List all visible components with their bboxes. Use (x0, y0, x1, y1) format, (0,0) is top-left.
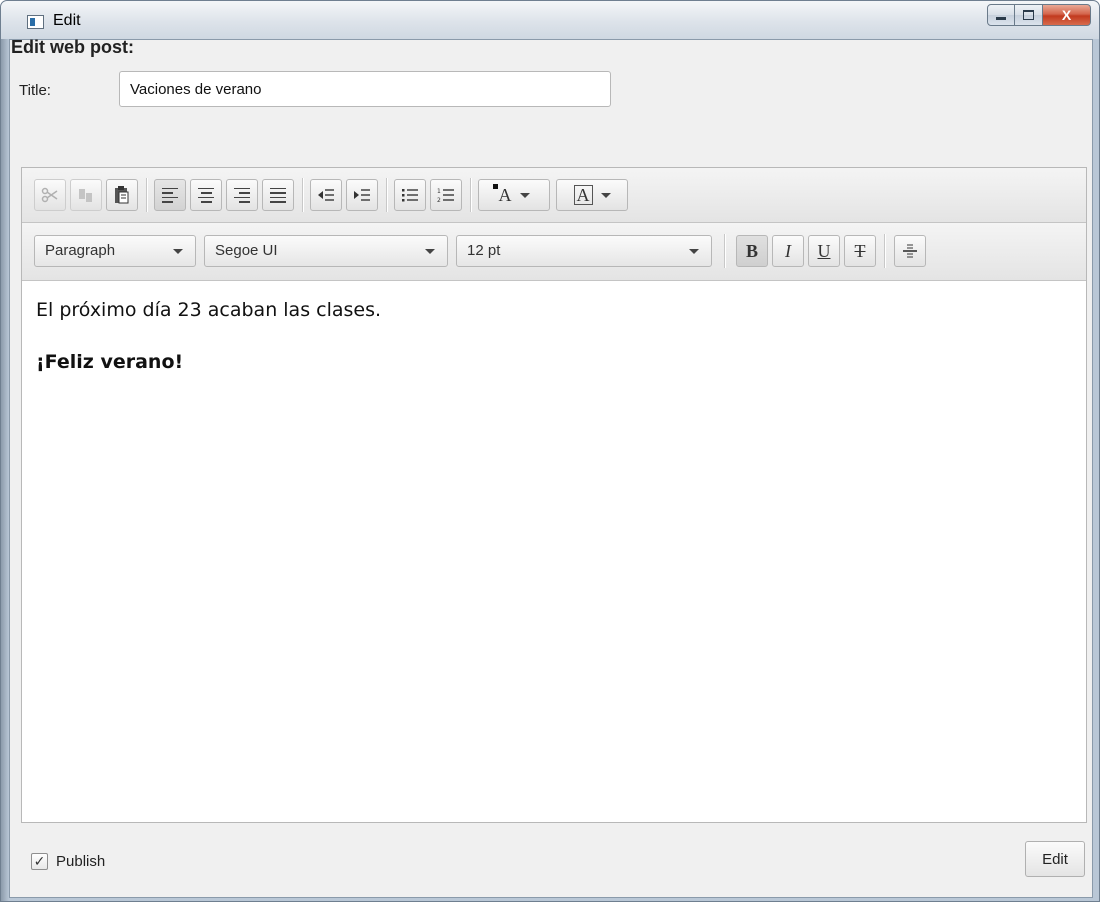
maximize-icon (1023, 10, 1034, 20)
strikethrough-button[interactable]: T (844, 235, 876, 267)
minimize-button[interactable] (987, 4, 1015, 26)
align-justify-button[interactable] (262, 179, 294, 211)
horizontal-rule-button[interactable] (894, 235, 926, 267)
content-paragraph: El próximo día 23 acaban las clases. (36, 299, 382, 321)
editor-toolbar-bottom: Paragraph Segoe UI 12 pt B I U T (22, 223, 1086, 281)
align-left-button[interactable] (154, 179, 186, 211)
window-title: Edit (53, 12, 81, 29)
content-paragraph-bold: ¡Feliz verano! (36, 351, 184, 373)
close-button[interactable]: X (1043, 4, 1091, 26)
editor-content[interactable]: El próximo día 23 acaban las clases. ¡Fe… (22, 281, 1086, 822)
background-color-icon: A (573, 185, 593, 205)
toolbar-separator (884, 234, 885, 268)
outdent-button[interactable] (310, 179, 342, 211)
underline-icon: U (817, 240, 831, 261)
chevron-down-icon (173, 249, 183, 254)
underline-button[interactable]: U (808, 235, 840, 267)
window-controls: X (987, 4, 1091, 26)
edit-button[interactable]: Edit (1025, 841, 1085, 877)
window-border (1, 39, 9, 901)
strikethrough-icon: T (854, 240, 866, 261)
bold-icon: B (745, 240, 758, 261)
publish-label: Publish (56, 853, 106, 870)
toolbar-separator (386, 178, 387, 212)
editor-toolbar-top: 12 A A (22, 168, 1086, 223)
align-right-button[interactable] (226, 179, 258, 211)
cut-button[interactable] (34, 179, 66, 211)
html-editor: 12 A A Paragraph Segoe UI 12 pt B I U T … (21, 167, 1087, 823)
edit-window: Edit X Edit web post: Title: Vaciones de… (0, 0, 1100, 902)
align-center-icon (198, 187, 214, 203)
bullet-list-icon (402, 189, 418, 202)
bold-button[interactable]: B (736, 235, 768, 267)
svg-text:2: 2 (437, 197, 441, 203)
toolbar-separator (146, 178, 147, 212)
copy-button[interactable] (70, 179, 102, 211)
italic-icon: I (785, 240, 791, 261)
italic-button[interactable]: I (772, 235, 804, 267)
page-title: Edit web post: (11, 37, 134, 57)
outdent-icon (318, 189, 334, 201)
svg-text:1: 1 (437, 188, 441, 195)
indent-icon (354, 189, 370, 201)
format-select-value: Paragraph (45, 242, 116, 259)
chevron-down-icon (519, 192, 530, 198)
numbered-list-button[interactable]: 12 (430, 179, 462, 211)
bullet-list-button[interactable] (394, 179, 426, 211)
text-color-icon: A (492, 183, 512, 206)
check-icon: ✓ (33, 853, 46, 869)
numbered-list-icon: 12 (437, 188, 454, 203)
font-size-select-value: 12 pt (467, 242, 501, 259)
maximize-button[interactable] (1015, 4, 1043, 26)
app-icon (27, 15, 44, 29)
horizontal-rule-icon (903, 244, 917, 258)
cut-icon (41, 187, 58, 203)
align-justify-icon (270, 187, 286, 203)
toolbar-separator (724, 234, 725, 268)
chevron-down-icon (689, 249, 699, 254)
publish-checkbox-row[interactable]: ✓ Publish (31, 853, 105, 870)
align-left-icon (162, 187, 178, 203)
chevron-down-icon (600, 192, 611, 198)
paste-button[interactable] (106, 179, 138, 211)
align-right-icon (234, 187, 250, 203)
background-color-dropdown[interactable]: A (556, 179, 628, 211)
font-size-select[interactable]: 12 pt (456, 235, 712, 267)
title-label: Title: (19, 82, 51, 99)
publish-checkbox[interactable]: ✓ (31, 853, 48, 870)
font-family-select-value: Segoe UI (215, 242, 278, 259)
font-family-select[interactable]: Segoe UI (204, 235, 448, 267)
align-center-button[interactable] (190, 179, 222, 211)
title-bar[interactable]: Edit X (1, 1, 1099, 39)
minimize-icon (996, 16, 1006, 20)
indent-button[interactable] (346, 179, 378, 211)
toolbar-separator (302, 178, 303, 212)
title-input[interactable] (119, 71, 611, 107)
chevron-down-icon (425, 249, 435, 254)
format-select[interactable]: Paragraph (34, 235, 196, 267)
text-color-dropdown[interactable]: A (478, 179, 550, 211)
paste-icon (115, 186, 129, 204)
close-icon: X (1061, 7, 1072, 23)
copy-icon (79, 189, 92, 202)
toolbar-separator (470, 178, 471, 212)
